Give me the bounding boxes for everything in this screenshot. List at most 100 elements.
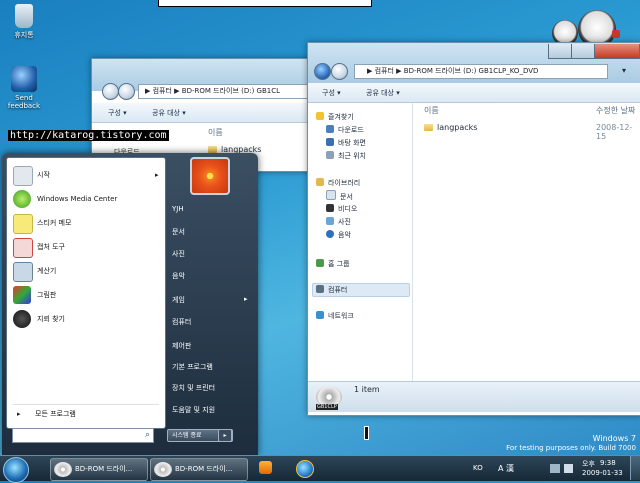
file-item[interactable]: langpacks 2008-12-15 [424,123,634,141]
start-item-control-panel[interactable]: 제어판 [172,341,191,351]
drive-label: GB1CLP [316,404,338,410]
taskbar: BD-ROM 드라이... BD-ROM 드라이... KO A 漢 오후 9:… [0,455,640,483]
nav-item-music[interactable]: 음악 [326,229,351,241]
paint-icon [13,286,31,304]
start-button[interactable] [3,457,29,483]
windows-watermark: Windows 7 For testing purposes only. Bui… [506,434,636,452]
column-header-name[interactable]: 이름 [424,105,439,116]
close-button[interactable] [594,44,640,59]
start-item-games[interactable]: 게임 [172,295,185,305]
address-bar[interactable]: ▶ 컴퓨터 ▶ BD-ROM 드라이브 (D:) GB1CL [138,84,316,99]
media-center-icon [13,190,31,208]
feedback-icon [11,66,37,92]
desktop-icon-label: 휴지통 [14,31,34,39]
nav-item-libraries[interactable]: 라이브러리 [316,177,360,189]
start-search-input[interactable]: ⌕ [12,428,154,443]
start-item-devices-printers[interactable]: 장치 및 프린터 [172,383,215,393]
all-programs-button[interactable]: ▸ 모든 프로그램 [11,406,161,422]
clock-time[interactable]: 9:38 [600,459,616,467]
nav-item-recent[interactable]: 최근 위치 [326,150,366,162]
language-indicator[interactable]: KO [473,464,483,472]
start-item-default-programs[interactable]: 기본 프로그램 [172,362,213,372]
program-item-sticky-notes[interactable]: 스티커 메모 [11,212,161,234]
taskbar-button-explorer-2[interactable]: BD-ROM 드라이... [150,458,248,481]
address-bar[interactable]: ▶ 컴퓨터 ▶ BD-ROM 드라이브 (D:) GB1CLP_KO_DVD [354,64,608,79]
mine-icon [13,310,31,328]
cpu-meter-gadget[interactable] [548,8,638,48]
status-item-count: 1 item [354,385,380,394]
nav-item-favorites[interactable]: 즐겨찾기 [316,111,354,123]
desktop-icon-label: Send feedback [7,94,41,110]
title-bar[interactable]: ▶ 컴퓨터 ▶ BD-ROM 드라이브 (D:) GB1CL [92,59,318,100]
maximize-button[interactable] [571,44,595,59]
program-item-minesweeper[interactable]: 지뢰 찾기 [11,308,161,330]
program-item-paint[interactable]: 그림판 [11,284,161,306]
nav-item-computer[interactable]: 컴퓨터 [316,284,347,296]
start-item-help[interactable]: 도움말 및 지원 [172,405,215,415]
command-bar: 구성 ▾ 공유 대상 ▾ [92,103,318,123]
nav-item-homegroup[interactable]: 홈 그룹 [316,258,350,270]
title-bar[interactable]: ▶ 컴퓨터 ▶ BD-ROM 드라이브 (D:) GB1CLP_KO_DVD ▾ [308,43,640,83]
desktop-icon-recycle-bin[interactable]: 휴지통 [0,4,48,40]
submenu-arrow-icon: ▸ [155,171,159,179]
taskbar-button-explorer-1[interactable]: BD-ROM 드라이... [50,458,148,481]
programs-list: 시작 ▸ Windows Media Center 스티커 메모 캡처 도구 계… [6,157,166,429]
desktop-icon-send-feedback[interactable]: Send feedback [0,66,48,110]
share-button[interactable]: 공유 대상 ▾ [152,108,186,118]
program-item-media-center[interactable]: Windows Media Center [11,188,161,210]
program-item-getting-started[interactable]: 시작 ▸ [11,164,161,186]
start-menu: 시작 ▸ Windows Media Center 스티커 메모 캡처 도구 계… [2,153,258,455]
getting-started-icon [13,166,33,186]
sticky-notes-icon [13,214,33,234]
network-icon [316,311,324,319]
minimize-button[interactable] [548,44,572,59]
start-item-computer[interactable]: 컴퓨터 [172,317,191,327]
pictures-icon [326,217,334,225]
search-icon: ⌕ [144,430,150,440]
start-item-music[interactable]: 음악 [172,271,185,281]
back-button[interactable] [102,83,119,100]
start-item-user[interactable]: YJH [172,205,184,213]
column-header-date[interactable]: 수정한 날짜 [596,105,635,116]
user-avatar[interactable] [190,157,230,195]
start-item-pictures[interactable]: 사진 [172,249,185,259]
nav-item-videos[interactable]: 비디오 [326,203,357,215]
menu-divider [13,404,159,405]
recycle-bin-icon [15,4,33,28]
clock-date[interactable]: 2009-01-33 [582,469,623,477]
top-bar [158,0,372,7]
organize-button[interactable]: 구성 ▾ [108,108,127,118]
watermark-title: Windows 7 [592,434,636,443]
arrow-right-icon: ▸ [17,410,21,418]
media-player-icon[interactable] [259,461,272,474]
forward-button[interactable] [331,63,348,80]
ime-indicator[interactable]: A 漢 [498,463,514,474]
back-button[interactable] [314,63,331,80]
nav-item-pictures[interactable]: 사진 [326,216,351,228]
volume-tray-icon[interactable] [564,464,573,473]
share-button[interactable]: 공유 대상 ▾ [366,88,400,98]
show-desktop-button[interactable] [630,456,640,480]
shutdown-options-button[interactable]: ▸ [218,429,232,442]
explorer-window-front[interactable]: ▶ 컴퓨터 ▶ BD-ROM 드라이브 (D:) GB1CLP_KO_DVD ▾… [307,42,640,416]
nav-item-documents[interactable]: 문서 [326,190,353,202]
address-dropdown-button[interactable]: ▾ [622,66,626,75]
desktop-icon [326,138,334,146]
start-item-documents[interactable]: 문서 [172,227,185,237]
column-header-name[interactable]: 이름 [208,127,223,138]
drive-icon [54,462,72,477]
nav-item-network[interactable]: 네트워크 [316,310,354,322]
forward-button[interactable] [118,83,135,100]
nav-item-desktop[interactable]: 바탕 화면 [326,137,366,149]
scissors-icon [13,238,33,258]
gadget-close-icon[interactable] [612,30,620,38]
resize-cursor-icon [364,426,369,440]
folder-icon [424,124,433,131]
program-item-calculator[interactable]: 계산기 [11,260,161,282]
internet-explorer-icon[interactable] [296,460,314,478]
network-tray-icon[interactable] [550,464,560,473]
organize-button[interactable]: 구성 ▾ [322,88,341,98]
command-bar: 구성 ▾ 공유 대상 ▾ [308,83,640,103]
nav-item-downloads[interactable]: 다운로드 [326,124,364,136]
program-item-snipping-tool[interactable]: 캡처 도구 [11,236,161,258]
